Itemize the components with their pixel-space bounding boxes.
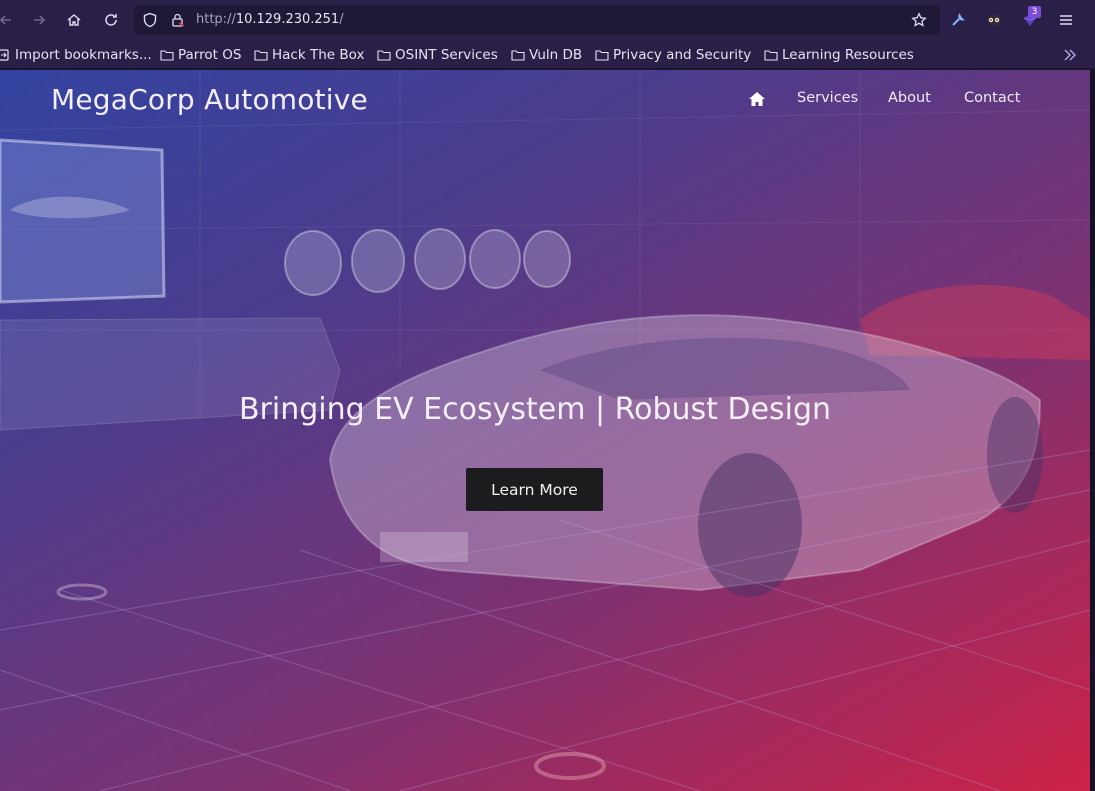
nav-contact[interactable]: Contact	[964, 90, 1020, 106]
shield-icon[interactable]	[138, 8, 162, 32]
folder-icon	[764, 49, 778, 61]
import-icon	[0, 48, 9, 61]
menu-icon[interactable]	[1054, 8, 1078, 32]
url-host: 10.129.230.251	[235, 12, 340, 27]
url-path: /	[339, 12, 344, 27]
extension-badge: 3	[1028, 6, 1041, 18]
bookmark-folder[interactable]: Parrot OS	[160, 45, 241, 64]
bookmark-folder[interactable]: OSINT Services	[377, 45, 498, 64]
nav-services[interactable]: Services	[797, 90, 858, 106]
url-scheme: http://	[196, 12, 236, 27]
chevron-double-right-icon[interactable]	[1058, 43, 1082, 67]
bookmark-label: Parrot OS	[178, 46, 242, 63]
browser-toolbar: http://10.129.230.251/ 3	[0, 0, 1095, 40]
home-icon[interactable]	[62, 8, 86, 32]
bookmark-label: Privacy and Security	[613, 46, 752, 63]
bookmark-label: Vuln DB	[529, 46, 583, 63]
nav-about[interactable]: About	[888, 90, 931, 106]
learn-more-button[interactable]: Learn More	[466, 468, 603, 511]
star-icon[interactable]	[907, 8, 931, 32]
back-icon[interactable]	[0, 8, 18, 32]
bookmark-label: Hack The Box	[272, 46, 365, 63]
folder-icon	[511, 49, 525, 61]
reload-icon[interactable]	[99, 8, 123, 32]
forward-icon[interactable]	[27, 8, 51, 32]
bookmark-label: Import bookmarks...	[15, 46, 152, 63]
bookmark-folder[interactable]: Privacy and Security	[595, 45, 751, 64]
bookmark-folder[interactable]: Learning Resources	[764, 45, 914, 64]
url-bar[interactable]: http://10.129.230.251/	[134, 5, 940, 35]
showroom-car-background	[0, 70, 1090, 791]
bookmark-label: OSINT Services	[395, 46, 498, 63]
lock-icon[interactable]	[166, 8, 190, 32]
window-edge	[1090, 70, 1095, 791]
wrench-icon[interactable]	[946, 8, 970, 32]
bookmark-import[interactable]: Import bookmarks...	[0, 45, 152, 64]
nav-home-icon[interactable]	[748, 91, 766, 107]
bookmark-label: Learning Resources	[782, 46, 914, 63]
hero-headline: Bringing EV Ecosystem | Robust Design	[238, 392, 832, 427]
bookmarks-bar: Import bookmarks... Parrot OS Hack The B…	[0, 40, 1095, 69]
folder-icon	[254, 49, 268, 61]
folder-icon	[377, 49, 391, 61]
hero-section: MegaCorp Automotive Services About Conta…	[0, 70, 1090, 791]
site-brand[interactable]: MegaCorp Automotive	[51, 83, 368, 116]
bookmark-folder[interactable]: Hack The Box	[254, 45, 364, 64]
mask-icon[interactable]	[982, 8, 1006, 32]
bookmark-folder[interactable]: Vuln DB	[511, 45, 582, 64]
folder-icon	[160, 49, 174, 61]
url-text[interactable]: http://10.129.230.251/	[196, 12, 344, 27]
folder-icon	[595, 49, 609, 61]
